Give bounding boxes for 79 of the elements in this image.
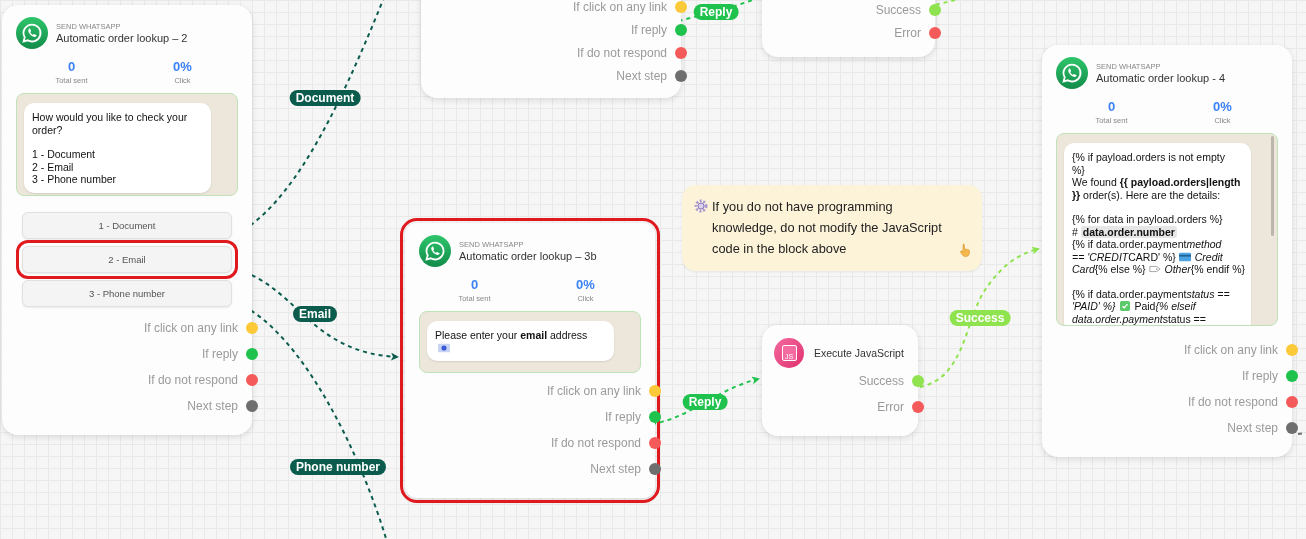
edge-label: Document <box>289 90 361 106</box>
output-label: If reply <box>202 347 238 361</box>
message-text: == 'CREDIT <box>1072 250 1129 263</box>
stat-value: 0% <box>1213 99 1232 114</box>
note-text: If you do not have programming knowledge, do not modify the JavaScript code in the block above <box>712 198 943 258</box>
output-label: If click on any link <box>143 321 238 335</box>
stat-value: 0 <box>470 277 479 292</box>
message-text: data.order.number <box>1080 225 1177 238</box>
message-text: 3 - Phone number <box>32 173 117 185</box>
edge-label: Success <box>949 310 1011 326</box>
gear-icon <box>694 199 708 213</box>
output-label: Next step <box>590 462 641 476</box>
message-text: status == <box>1162 312 1206 325</box>
stat-value: 0 <box>67 59 76 74</box>
stat-value: 0 <box>1107 99 1116 114</box>
credit-card-icon <box>1178 251 1191 262</box>
message-text: 2 - Email <box>32 160 74 173</box>
check-icon <box>1118 301 1131 311</box>
message-text: {% if data.order.payment <box>1072 238 1187 250</box>
whatsapp-icon <box>1056 57 1088 89</box>
output-label: Next step <box>187 399 238 413</box>
stat-value: 0% <box>173 59 192 74</box>
output-label: If do not respond <box>147 373 238 387</box>
message-text: Paid <box>1133 300 1156 312</box>
message-text: We found {{ payload.orders|length <box>1072 176 1241 188</box>
output-label: If reply <box>1242 369 1278 383</box>
output-label: Next step <box>616 68 667 83</box>
node-card[interactable] <box>762 325 918 436</box>
message-text: Credit <box>1193 250 1223 263</box>
output-label: Error <box>877 400 904 414</box>
edge-label: Reply <box>693 4 739 20</box>
output-label: If click on any link <box>546 384 641 398</box>
edge-label: Reply <box>682 394 728 410</box>
node-title: Execute JavaScript <box>814 347 904 359</box>
output-label: If do not respond <box>576 45 667 60</box>
reply-option[interactable]: 1 - Document <box>22 212 232 239</box>
message-text: data.order.payment <box>1072 312 1163 325</box>
whatsapp-icon <box>16 17 48 49</box>
message-text: CARD' %} <box>1128 250 1176 263</box>
message-text: {% if payload.orders is not empty <box>1072 151 1225 163</box>
node-title: Automatic order lookup – 2 <box>56 32 188 44</box>
message-text: method <box>1186 238 1222 250</box>
whatsapp-icon <box>419 235 451 267</box>
message-text: %} <box>1072 163 1085 176</box>
message-text: 1 - Document <box>32 148 96 160</box>
output-label: Next step <box>1227 421 1278 435</box>
node-card[interactable] <box>421 0 681 98</box>
output-label: If do not respond <box>1187 395 1278 409</box>
scrollbar[interactable] <box>1271 136 1274 236</box>
pointing-hand-icon <box>958 243 972 257</box>
message-text: Please enter your email address <box>435 329 588 341</box>
output-label: Success <box>858 374 904 388</box>
message-text: {% if data.order.payment <box>1072 287 1187 300</box>
edge-label: Email <box>293 306 337 322</box>
message-text: Other{% endif %} <box>1163 263 1246 275</box>
stat-value: 0% <box>576 277 595 292</box>
message-text: {% elseif <box>1155 300 1196 312</box>
output-label: If reply <box>631 22 667 37</box>
message-text: order? <box>32 123 63 136</box>
message-text: # <box>1072 225 1079 238</box>
envelope-icon <box>438 342 450 353</box>
node-title: Automatic order lookup – 3b <box>459 250 597 262</box>
output-label: If click on any link <box>1183 343 1278 357</box>
message-text: status == <box>1186 287 1230 300</box>
node-title: Automatic order lookup - 4 <box>1096 72 1225 84</box>
message-text: 'PAID' %} <box>1072 300 1116 312</box>
output-label: Success <box>875 2 921 17</box>
tag-icon <box>1148 264 1161 274</box>
reply-option[interactable]: 3 - Phone number <box>22 280 232 307</box>
message-text: How would you like to check your <box>32 111 188 123</box>
output-label: If click on any link <box>572 0 667 14</box>
output-label: If do not respond <box>550 436 641 450</box>
output-label: Error <box>894 25 921 40</box>
message-text: }} order(s). Here are the details: <box>1072 188 1221 201</box>
edge-label: Phone number <box>290 459 386 475</box>
output-label: If reply <box>605 410 641 424</box>
message-text: Card{% else %} <box>1072 263 1146 275</box>
note-card[interactable]: If you do not have programming knowledge, do not modify the JavaScript code in the block above <box>682 185 982 271</box>
message-text: {% for data in payload.orders %} <box>1072 213 1223 225</box>
